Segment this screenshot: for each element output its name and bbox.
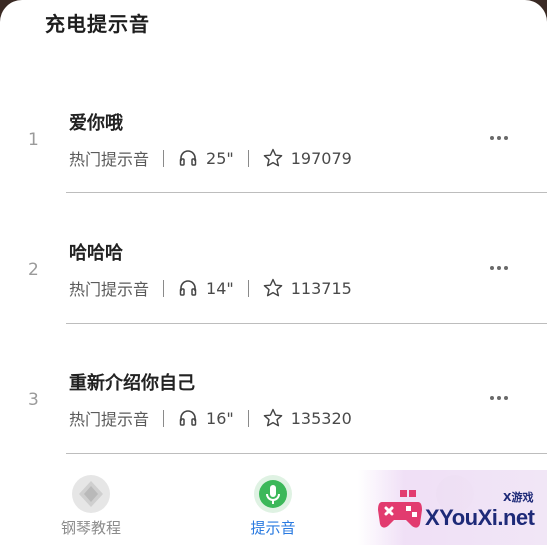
tab-label: 钢琴教程 [60, 519, 121, 537]
item-index: 3 [28, 390, 39, 410]
more-options-icon[interactable] [490, 266, 508, 270]
star-icon [263, 278, 283, 298]
tab-ringtone[interactable]: 提示音 [208, 455, 338, 545]
item-index: 2 [28, 260, 39, 280]
item-duration: 16" [206, 408, 234, 428]
tab-piano-tutorial[interactable]: 钢琴教程 [26, 455, 156, 545]
item-duration: 14" [206, 278, 234, 298]
row-divider [66, 323, 547, 324]
row-divider [66, 453, 547, 454]
meta-divider [247, 149, 249, 167]
more-options-icon[interactable] [490, 396, 508, 400]
gamepad-logo-icon [376, 488, 424, 538]
meta-divider [163, 279, 165, 297]
watermark-brand: XYouXi.net [425, 505, 535, 530]
item-category: 热门提示音 [69, 410, 150, 429]
item-category: 热门提示音 [69, 150, 150, 169]
list-item[interactable]: 2 哈哈哈 热门提示音 14" 113715 [0, 215, 547, 345]
row-divider [66, 192, 547, 193]
star-icon [263, 408, 283, 428]
item-stars: 197079 [290, 148, 352, 168]
meta-divider [247, 279, 249, 297]
item-duration: 25" [206, 148, 234, 168]
item-index: 1 [28, 130, 39, 150]
bottom-sheet: 充电提示音 1 爱你哦 热门提示音 25" 197079 2 哈哈哈 热门提示音 [0, 0, 547, 545]
more-options-icon[interactable] [490, 136, 508, 140]
headphones-icon [178, 408, 198, 428]
item-meta: 热门提示音 14" 113715 [69, 277, 352, 300]
item-stars: 135320 [290, 408, 352, 428]
item-meta: 热门提示音 16" 135320 [69, 407, 352, 430]
meta-divider [247, 409, 249, 427]
star-icon [263, 148, 283, 168]
piano-tab-icon [72, 475, 110, 513]
meta-divider [163, 409, 165, 427]
item-title: 哈哈哈 [69, 243, 123, 264]
item-title: 爱你哦 [69, 113, 123, 134]
item-title: 重新介绍你自己 [69, 373, 195, 394]
sheet-title: 充电提示音 [45, 12, 150, 36]
watermark-tag: X游戏 [503, 491, 534, 504]
item-stars: 113715 [290, 278, 352, 298]
headphones-icon [178, 278, 198, 298]
list-item[interactable]: 1 爱你哦 热门提示音 25" 197079 [0, 85, 547, 215]
item-meta: 热门提示音 25" 197079 [69, 147, 352, 170]
ringtone-tab-icon [254, 475, 292, 513]
item-category: 热门提示音 [69, 280, 150, 299]
meta-divider [163, 149, 165, 167]
tab-label: 提示音 [250, 519, 296, 537]
headphones-icon [178, 148, 198, 168]
